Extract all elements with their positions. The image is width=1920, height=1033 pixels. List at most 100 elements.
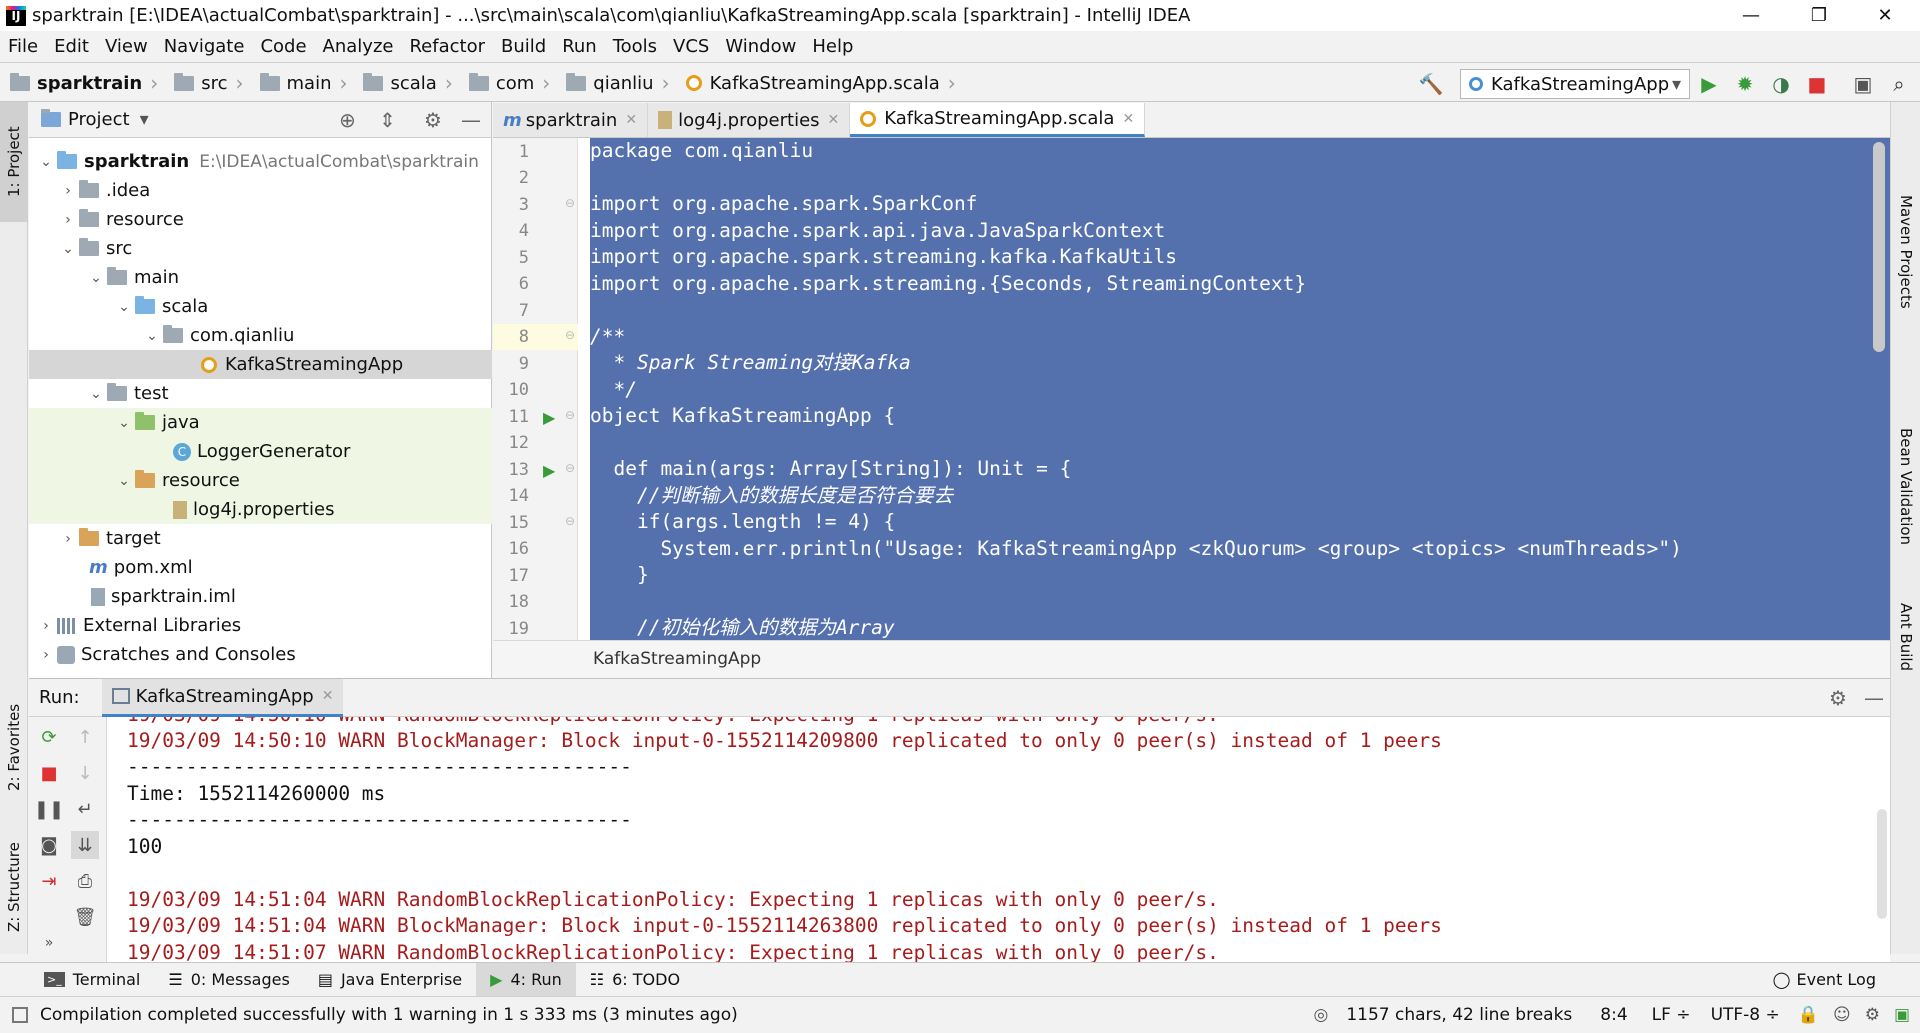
gear-icon[interactable]: ⚙ [424, 108, 442, 132]
hide-icon[interactable]: — [461, 108, 481, 132]
tree-item-scratches[interactable]: › Scratches and Consoles [29, 640, 492, 669]
run-icon[interactable]: ▶ [1696, 71, 1722, 97]
exit-icon[interactable]: ⇥ [35, 867, 63, 895]
menu-help[interactable]: Help [804, 31, 861, 62]
down-arrow-icon[interactable]: ↓ [71, 759, 99, 787]
console-scrollbar[interactable] [1877, 809, 1887, 919]
gear-icon[interactable]: ⚙ [1829, 686, 1847, 710]
project-tool-tab[interactable]: 1: Project [0, 102, 28, 222]
hector-icon[interactable]: ☺ [1833, 1005, 1851, 1025]
tab-sparktrain[interactable]: m sparktrain ✕ [493, 103, 649, 137]
menu-run[interactable]: Run [554, 31, 605, 62]
menu-refactor[interactable]: Refactor [401, 31, 493, 62]
fold-icon[interactable]: ⊖ [565, 461, 575, 475]
collapse-all-icon[interactable]: ⇕ [379, 108, 396, 132]
breadcrumb-com[interactable]: com › [459, 63, 556, 103]
structure-tool-tab[interactable]: Z: Structure [0, 832, 28, 942]
tree-item-test[interactable]: ⌄ test [29, 379, 492, 408]
tree-item-external-libraries[interactable]: › External Libraries [29, 611, 492, 640]
scroll-to-end-icon[interactable]: ⇊ [71, 831, 99, 859]
menu-code[interactable]: Code [252, 31, 314, 62]
code-breadcrumb[interactable]: KafkaStreamingApp [493, 640, 1890, 678]
status-line-separator[interactable]: LF ÷ [1652, 1005, 1691, 1025]
close-icon[interactable]: ✕ [828, 112, 840, 128]
tree-item-idea[interactable]: › .idea [29, 176, 492, 205]
trash-icon[interactable]: 🗑 [71, 903, 99, 931]
up-arrow-icon[interactable]: ↑ [71, 723, 99, 751]
ant-build-tab[interactable]: Ant Build [1891, 582, 1920, 692]
close-button[interactable]: ✕ [1862, 0, 1908, 31]
menu-analyze[interactable]: Analyze [315, 31, 402, 62]
pause-icon[interactable]: ❚❚ [34, 795, 64, 823]
menu-build[interactable]: Build [493, 31, 554, 62]
event-indicator-icon[interactable]: ▣ [1894, 1005, 1910, 1025]
status-encoding[interactable]: UTF-8 ÷ [1711, 1005, 1780, 1025]
run-configuration-select[interactable]: KafkaStreamingApp ▾ [1460, 69, 1690, 99]
fold-icon[interactable]: ⊖ [565, 196, 575, 210]
locate-icon[interactable]: ⊕ [339, 108, 356, 132]
editor-scrollbar[interactable] [1873, 142, 1885, 352]
soft-wrap-icon[interactable]: ↵ [71, 795, 99, 823]
menu-vcs[interactable]: VCS [665, 31, 717, 62]
tab-log4j[interactable]: log4j.properties ✕ [648, 103, 851, 137]
status-position[interactable]: 8:4 [1600, 1005, 1627, 1025]
todo-tool-button[interactable]: ☷ 6: TODO [576, 963, 694, 997]
tree-item-com-qianliu[interactable]: ⌄ com.qianliu [29, 321, 492, 350]
breadcrumb-file[interactable]: KafkaStreamingApp.scala › [676, 63, 962, 103]
menu-file[interactable]: File [0, 31, 46, 62]
hide-icon[interactable]: — [1864, 686, 1884, 710]
project-panel-title[interactable]: Project [68, 109, 130, 130]
tree-item-log4j[interactable]: log4j.properties [29, 495, 492, 524]
favorites-tool-tab[interactable]: 2: Favorites [0, 692, 28, 802]
run-gutter-icon[interactable]: ▶ [543, 461, 555, 480]
stop-icon[interactable]: ■ [35, 759, 63, 787]
debug-icon[interactable]: ✹ [1732, 71, 1758, 97]
build-hammer-icon[interactable]: 🔨 [1418, 71, 1444, 97]
maven-projects-tab[interactable]: Maven Projects [1891, 122, 1920, 382]
terminal-tool-button[interactable]: >_ Terminal [30, 963, 154, 997]
menu-edit[interactable]: Edit [46, 31, 97, 62]
chevron-down-icon[interactable]: ▾ [140, 109, 149, 130]
breadcrumb-qianliu[interactable]: qianliu › [556, 63, 675, 103]
tree-item-resource[interactable]: › resource [29, 205, 492, 234]
restore-button[interactable]: ❐ [1796, 0, 1842, 31]
close-icon[interactable]: ✕ [1122, 111, 1134, 127]
stop-icon[interactable]: ■ [1804, 71, 1830, 97]
tree-item-main[interactable]: ⌄ main [29, 263, 492, 292]
run-tool-button[interactable]: ▶ 4: Run [476, 962, 576, 997]
menu-tools[interactable]: Tools [605, 31, 665, 62]
tree-item-sparktrain[interactable]: ⌄ sparktrain E:\IDEA\actualCombat\sparkt… [29, 147, 492, 176]
run-tab-kafkastreamingapp[interactable]: KafkaStreamingApp ✕ [101, 678, 344, 717]
event-log-button[interactable]: ◯ Event Log [1759, 963, 1890, 997]
more-icon[interactable]: » [35, 929, 63, 957]
status-toggle-icon[interactable] [12, 1007, 28, 1023]
messages-tool-button[interactable]: ☰ 0: Messages [154, 963, 303, 997]
tree-item-test-resource[interactable]: ⌄ resource [29, 466, 492, 495]
run-gutter-icon[interactable]: ▶ [543, 408, 555, 427]
tree-item-src[interactable]: ⌄ src [29, 234, 492, 263]
breadcrumb-sparktrain[interactable]: sparktrain › [0, 63, 164, 103]
rerun-icon[interactable]: ⟳ [35, 723, 63, 751]
tree-item-pom[interactable]: m pom.xml [29, 553, 492, 582]
tree-item-scala[interactable]: ⌄ scala [29, 292, 492, 321]
java-enterprise-tool-button[interactable]: ▤ Java Enterprise [304, 963, 476, 997]
breadcrumb-scala[interactable]: scala › [353, 63, 458, 103]
menu-window[interactable]: Window [717, 31, 804, 62]
fold-icon[interactable]: ⊖ [565, 328, 575, 342]
inspection-icon[interactable]: ◎ [1313, 1005, 1328, 1025]
breadcrumb-src[interactable]: src › [164, 63, 249, 103]
tree-item-kafkastreamingapp[interactable]: KafkaStreamingApp [29, 350, 492, 379]
fold-icon[interactable]: ⊖ [565, 408, 575, 422]
code-editor[interactable]: package com.qianliu import org.apache.sp… [590, 138, 1890, 640]
gear-icon[interactable]: ⚙ [1865, 1005, 1880, 1025]
menu-navigate[interactable]: Navigate [156, 31, 253, 62]
search-icon[interactable]: ⌕ [1886, 71, 1912, 97]
tab-kafkastreamingapp[interactable]: KafkaStreamingApp.scala ✕ [850, 103, 1146, 137]
tree-item-iml[interactable]: sparktrain.iml [29, 582, 492, 611]
console-output[interactable]: 19/03/09 14:50:10 WARN RandomBlockReplic… [109, 717, 1859, 963]
coverage-icon[interactable]: ◑ [1768, 71, 1794, 97]
tree-item-java[interactable]: ⌄ java [29, 408, 492, 437]
project-structure-icon[interactable]: ▣ [1850, 71, 1876, 97]
close-icon[interactable]: ✕ [625, 112, 637, 128]
fold-icon[interactable]: ⊖ [565, 514, 575, 528]
